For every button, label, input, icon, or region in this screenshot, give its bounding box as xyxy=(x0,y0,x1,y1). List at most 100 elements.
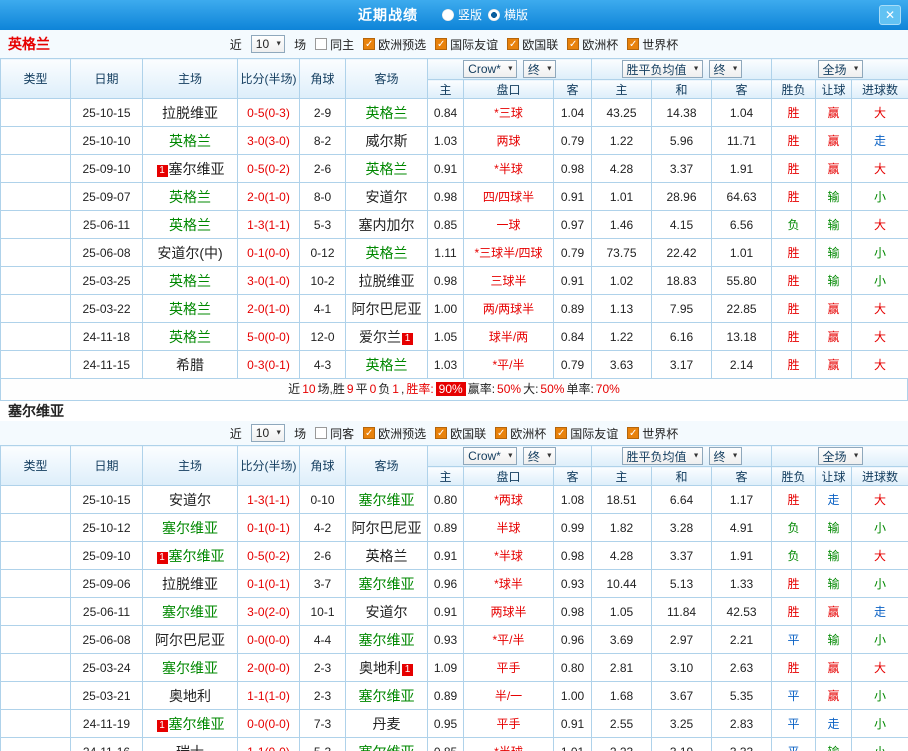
competition-checkbox[interactable]: 欧洲杯 xyxy=(567,36,618,53)
away-team[interactable]: 英格兰 xyxy=(345,541,428,570)
away-team[interactable]: 奥地利 1 xyxy=(345,653,428,682)
competition-checkbox[interactable]: 世界杯 xyxy=(627,425,678,442)
europe-away-odds: 1.01 xyxy=(711,238,773,267)
home-team[interactable]: 拉脱维亚 xyxy=(142,569,238,598)
home-team[interactable]: 希腊 xyxy=(142,350,238,379)
home-team[interactable]: 1 塞尔维亚 xyxy=(142,154,238,183)
handicap-result-cell: 赢 xyxy=(815,681,853,710)
competition-checkbox-label: 国际友谊 xyxy=(450,37,499,52)
home-team[interactable]: 阿尔巴尼亚 xyxy=(142,625,238,654)
away-team[interactable]: 安道尔 xyxy=(345,182,428,211)
odds-company-select[interactable]: Crow* xyxy=(463,447,517,465)
home-team[interactable]: 英格兰 xyxy=(142,126,238,155)
scope-select[interactable]: 全场 xyxy=(817,447,863,465)
close-button[interactable]: ✕ xyxy=(879,5,901,25)
match-date: 25-03-24 xyxy=(70,653,143,682)
away-team[interactable]: 塞尔维亚 xyxy=(345,737,428,751)
handicap-away-odds: 0.98 xyxy=(552,597,593,626)
layout-radio-horizontal[interactable]: 横版 xyxy=(488,6,528,23)
result-cell: 负 xyxy=(771,541,817,570)
checkbox-icon xyxy=(495,427,508,439)
europe-draw-odds: 6.16 xyxy=(651,322,713,351)
away-team[interactable]: 塞尔维亚 xyxy=(345,569,428,598)
home-team[interactable]: 1 塞尔维亚 xyxy=(142,709,238,738)
home-team[interactable]: 1 塞尔维亚 xyxy=(142,541,238,570)
competition-checkbox[interactable]: 欧洲预选 xyxy=(363,36,426,53)
away-team[interactable]: 阿尔巴尼亚 xyxy=(345,513,428,542)
home-team[interactable]: 安道尔(中) xyxy=(142,238,238,267)
home-team[interactable]: 英格兰 xyxy=(142,182,238,211)
home-team[interactable]: 塞尔维亚 xyxy=(142,513,238,542)
away-team[interactable]: 爱尔兰 1 xyxy=(345,322,428,351)
away-team[interactable]: 丹麦 xyxy=(345,709,428,738)
home-team[interactable]: 奥地利 xyxy=(142,681,238,710)
home-team[interactable]: 英格兰 xyxy=(142,266,238,295)
odds-company-select[interactable]: Crow* xyxy=(463,60,517,78)
home-team[interactable]: 塞尔维亚 xyxy=(142,653,238,682)
away-team[interactable]: 英格兰 xyxy=(345,350,428,379)
away-team[interactable]: 安道尔 xyxy=(345,597,428,626)
goals-result-cell: 小 xyxy=(851,625,908,654)
home-team[interactable]: 瑞士 xyxy=(142,737,238,751)
final-select[interactable]: 终 xyxy=(522,60,556,78)
radio-label: 横版 xyxy=(504,8,529,23)
match-date: 25-03-25 xyxy=(70,266,143,295)
competition-checkbox[interactable]: 国际友谊 xyxy=(435,36,498,53)
avg-odds-select[interactable]: 胜平负均值 xyxy=(621,447,703,465)
match-score: 1-1(0-0) xyxy=(237,737,300,751)
handicap-home-odds: 0.85 xyxy=(427,737,464,751)
avg-odds-select[interactable]: 胜平负均值 xyxy=(621,60,703,78)
col-away: 客场 xyxy=(345,445,428,486)
results-table: 类型日期主场比分(半场)角球客场Crow*终胜平负均值终全场主盘口客主和客胜负让… xyxy=(0,445,908,751)
scope-select[interactable]: 全场 xyxy=(817,60,863,78)
handicap-home-odds: 0.85 xyxy=(427,210,464,239)
match-date: 24-11-16 xyxy=(70,737,143,751)
away-team[interactable]: 拉脱维亚 xyxy=(345,266,428,295)
final-select[interactable]: 终 xyxy=(708,447,742,465)
away-team-label: 爱尔兰 xyxy=(359,328,401,345)
final-select[interactable]: 终 xyxy=(708,60,742,78)
away-team[interactable]: 英格兰 xyxy=(345,154,428,183)
titlebar[interactable]: 近期战绩 竖版 横版 ✕ xyxy=(0,0,908,30)
final-select[interactable]: 终 xyxy=(522,447,556,465)
match-count-select[interactable]: 10 xyxy=(250,424,286,442)
home-team[interactable]: 英格兰 xyxy=(142,322,238,351)
games-label: 场 xyxy=(294,426,307,441)
away-team[interactable]: 英格兰 xyxy=(345,98,428,127)
competition-checkbox[interactable]: 欧国联 xyxy=(435,425,486,442)
result-cell: 平 xyxy=(771,625,817,654)
home-team[interactable]: 塞尔维亚 xyxy=(142,597,238,626)
away-team-label: 奥地利 xyxy=(359,659,401,676)
away-team[interactable]: 塞尔维亚 xyxy=(345,625,428,654)
match-score: 2-0(1-0) xyxy=(237,294,300,323)
competition-checkbox[interactable]: 欧国联 xyxy=(507,36,558,53)
away-team-label: 塞尔维亚 xyxy=(358,687,415,704)
layout-radio-vertical[interactable]: 竖版 xyxy=(441,6,482,23)
match-date: 25-03-21 xyxy=(70,681,143,710)
away-team[interactable]: 塞尔维亚 xyxy=(345,681,428,710)
away-team[interactable]: 塞尔维亚 xyxy=(345,485,428,514)
same-venue-checkbox[interactable]: 同主 xyxy=(315,36,354,53)
match-row: 国际友谊 25-06-11 英格兰 1-3(1-1) 5-3 塞内加尔 0.85 一球 0.97… xyxy=(0,210,908,239)
competition-checkbox[interactable]: 欧洲杯 xyxy=(495,425,546,442)
home-team[interactable]: 英格兰 xyxy=(142,210,238,239)
same-venue-checkbox[interactable]: 同客 xyxy=(315,425,354,442)
col-corner: 角球 xyxy=(299,445,346,486)
away-team[interactable]: 塞内加尔 xyxy=(345,210,428,239)
home-team[interactable]: 安道尔 xyxy=(142,485,238,514)
home-team[interactable]: 英格兰 xyxy=(142,294,238,323)
subcol-0: 主 xyxy=(427,466,464,486)
competition-checkbox[interactable]: 国际友谊 xyxy=(555,425,618,442)
handicap-away-odds: 1.08 xyxy=(552,485,593,514)
goals-result-cell: 大 xyxy=(851,322,908,351)
goals-result-cell: 大 xyxy=(851,210,908,239)
home-team[interactable]: 拉脱维亚 xyxy=(142,98,238,127)
handicap-line: 一球 xyxy=(463,210,554,239)
competition-checkbox[interactable]: 欧洲预选 xyxy=(363,425,426,442)
match-count-select[interactable]: 10 xyxy=(250,35,286,53)
match-row: 欧国联 24-11-19 1 塞尔维亚 0-0(0-0) 7-3 丹麦 0.95 平手 0.91 2… xyxy=(0,709,908,738)
competition-checkbox[interactable]: 世界杯 xyxy=(627,36,678,53)
away-team[interactable]: 威尔斯 xyxy=(345,126,428,155)
away-team[interactable]: 英格兰 xyxy=(345,238,428,267)
away-team[interactable]: 阿尔巴尼亚 xyxy=(345,294,428,323)
